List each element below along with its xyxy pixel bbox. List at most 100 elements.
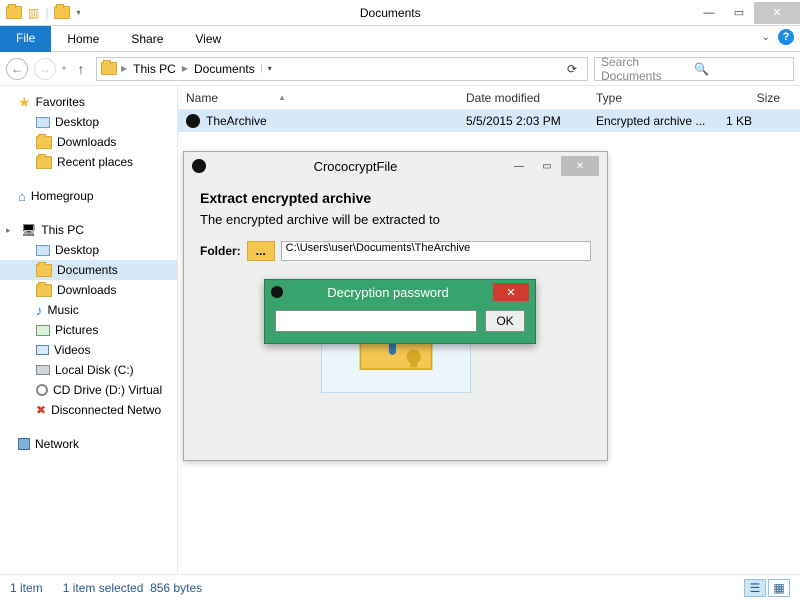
star-icon: ★ xyxy=(18,94,31,111)
search-icon: 🔍 xyxy=(694,62,787,76)
croco-maximize-button[interactable]: ▭ xyxy=(533,156,561,176)
file-name: TheArchive xyxy=(206,114,267,128)
close-button[interactable]: ✕ xyxy=(754,2,800,24)
address-bar[interactable]: ▶ This PC ▶ Documents ▾ ⟳ xyxy=(96,57,588,81)
forward-button[interactable]: → xyxy=(34,58,56,80)
tab-share[interactable]: Share xyxy=(115,27,179,51)
desktop-icon xyxy=(36,245,50,256)
file-size: 1 KB xyxy=(718,114,788,128)
address-folder-icon xyxy=(101,62,117,75)
tree-homegroup[interactable]: ⌂ Homegroup xyxy=(0,186,177,206)
explorer-titlebar: ▥ | ▾ Documents — ▭ ✕ xyxy=(0,0,800,26)
folder-path-input[interactable]: C:\Users\user\Documents\TheArchive xyxy=(281,241,591,261)
col-date[interactable]: Date modified xyxy=(458,91,588,105)
tree-favorites[interactable]: ★ Favorites xyxy=(0,92,177,112)
help-icon[interactable]: ? xyxy=(778,29,794,45)
tree-music[interactable]: ♪ Music xyxy=(0,300,177,320)
column-headers: Name ▲ Date modified Type Size xyxy=(178,86,800,110)
croco-heading: Extract encrypted archive xyxy=(200,190,591,206)
music-icon: ♪ xyxy=(36,303,43,318)
history-dropdown-icon[interactable]: ▾ xyxy=(62,64,66,73)
croco-minimize-button[interactable]: — xyxy=(505,156,533,176)
password-dialog-title: Decryption password xyxy=(283,285,493,300)
tab-view[interactable]: View xyxy=(179,27,237,51)
folder-icon xyxy=(36,284,52,297)
tree-downloads[interactable]: Downloads xyxy=(0,280,177,300)
minimize-button[interactable]: — xyxy=(694,2,724,24)
tree-cddrive[interactable]: CD Drive (D:) Virtual xyxy=(0,380,177,400)
folder-icon xyxy=(36,136,52,149)
pictures-icon xyxy=(36,325,50,336)
archive-icon xyxy=(186,114,200,128)
up-button[interactable]: ↑ xyxy=(72,60,90,78)
qat-separator: | xyxy=(45,6,48,20)
tree-fav-desktop[interactable]: Desktop xyxy=(0,112,177,132)
window-title: Documents xyxy=(86,6,694,20)
crococrypt-title: CrococryptFile xyxy=(206,159,505,174)
status-count: 1 item xyxy=(10,581,43,595)
search-input[interactable]: Search Documents 🔍 xyxy=(594,57,794,81)
croco-subtext: The encrypted archive will be extracted … xyxy=(200,212,591,227)
status-bar: 1 item 1 item selected 856 bytes ☰ ▦ xyxy=(0,574,800,600)
tree-documents[interactable]: Documents xyxy=(0,260,177,280)
tree-desktop[interactable]: Desktop xyxy=(0,240,177,260)
password-close-button[interactable]: ✕ xyxy=(493,283,529,301)
status-bytes: 856 bytes xyxy=(150,581,202,595)
qat-overflow-icon[interactable]: ▾ xyxy=(76,8,80,17)
qat-newfolder-icon[interactable]: ▥ xyxy=(28,6,39,20)
qat-open-icon[interactable] xyxy=(54,6,70,19)
tree-fav-recent[interactable]: Recent places xyxy=(0,152,177,172)
crumb-sep-icon: ▶ xyxy=(121,64,127,73)
tree-disconnected-network[interactable]: ✖ Disconnected Netwo xyxy=(0,400,177,420)
password-dialog-titlebar[interactable]: Decryption password ✕ xyxy=(265,280,535,304)
tab-home[interactable]: Home xyxy=(51,27,115,51)
tree-network[interactable]: Network xyxy=(0,434,177,454)
crumb-thispc[interactable]: This PC xyxy=(131,62,178,76)
tree-thispc[interactable]: ▸ 🖥 This PC xyxy=(0,220,177,240)
tree-videos[interactable]: Videos xyxy=(0,340,177,360)
browse-button[interactable]: ... xyxy=(247,241,275,261)
tree-pictures[interactable]: Pictures xyxy=(0,320,177,340)
password-app-icon xyxy=(271,286,283,298)
file-date: 5/5/2015 2:03 PM xyxy=(458,114,588,128)
col-size[interactable]: Size xyxy=(718,91,788,105)
col-type[interactable]: Type xyxy=(588,91,718,105)
password-input[interactable] xyxy=(275,310,477,332)
file-row[interactable]: TheArchive 5/5/2015 2:03 PM Encrypted ar… xyxy=(178,110,800,132)
tree-fav-downloads[interactable]: Downloads xyxy=(0,132,177,152)
sort-asc-icon: ▲ xyxy=(278,93,286,102)
crococrypt-app-icon xyxy=(192,159,206,173)
crumb-sep-icon: ▶ xyxy=(182,64,188,73)
nav-tree: ★ Favorites Desktop Downloads Recent pla… xyxy=(0,86,178,574)
recent-icon xyxy=(36,156,52,169)
view-details-button[interactable]: ☰ xyxy=(744,579,766,597)
view-icons-button[interactable]: ▦ xyxy=(768,579,790,597)
croco-close-button[interactable]: ✕ xyxy=(561,156,599,176)
search-placeholder: Search Documents xyxy=(601,55,694,83)
address-dropdown-icon[interactable]: ▾ xyxy=(261,64,278,73)
expand-icon[interactable]: ▸ xyxy=(6,225,16,236)
ribbon-collapse-icon[interactable]: ⌄ xyxy=(762,32,770,43)
back-button[interactable]: ← xyxy=(6,58,28,80)
drive-icon xyxy=(36,365,50,375)
nav-row: ← → ▾ ↑ ▶ This PC ▶ Documents ▾ ⟳ Search… xyxy=(0,52,800,86)
maximize-button[interactable]: ▭ xyxy=(724,2,754,24)
password-dialog: Decryption password ✕ OK xyxy=(264,279,536,344)
file-tab[interactable]: File xyxy=(0,26,51,52)
network-icon xyxy=(18,438,30,450)
refresh-button[interactable]: ⟳ xyxy=(561,62,583,76)
file-type: Encrypted archive ... xyxy=(588,114,718,128)
videos-icon xyxy=(36,345,49,355)
col-name[interactable]: Name ▲ xyxy=(178,91,458,105)
ribbon: File Home Share View ⌄ ? xyxy=(0,26,800,52)
crococrypt-titlebar[interactable]: CrococryptFile — ▭ ✕ xyxy=(184,152,607,180)
homegroup-icon: ⌂ xyxy=(18,189,26,204)
crumb-documents[interactable]: Documents xyxy=(192,62,257,76)
folder-icon xyxy=(36,264,52,277)
thispc-icon: 🖥 xyxy=(21,223,36,237)
status-selected: 1 item selected xyxy=(63,581,144,595)
tree-localdisk[interactable]: Local Disk (C:) xyxy=(0,360,177,380)
app-icon xyxy=(6,6,22,19)
ok-button[interactable]: OK xyxy=(485,310,525,332)
disc-icon xyxy=(36,384,48,396)
